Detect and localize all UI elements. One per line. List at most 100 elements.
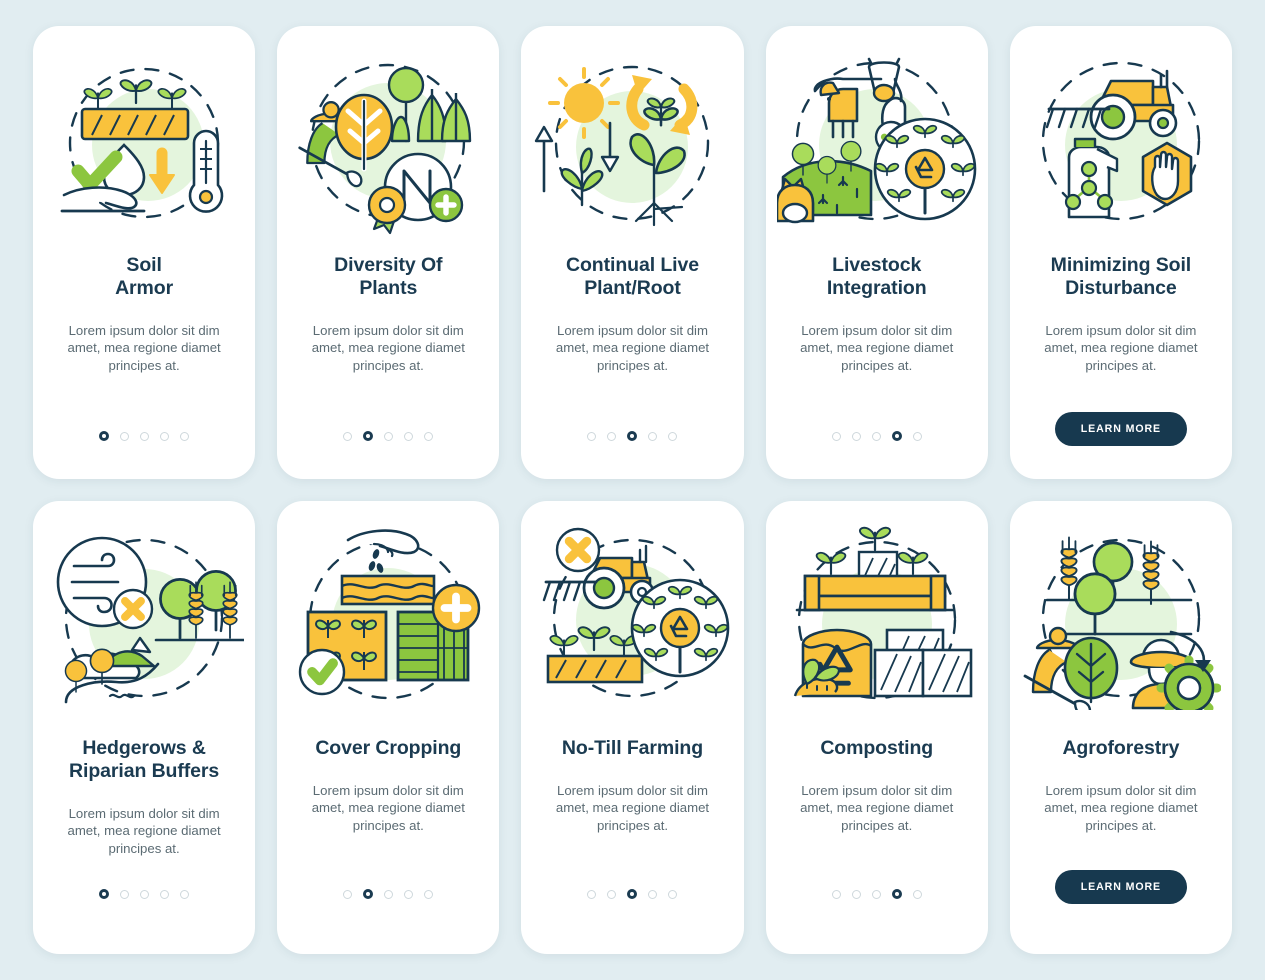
agroforestry-icon bbox=[1023, 536, 1221, 710]
pagination-dot-active[interactable] bbox=[99, 431, 110, 441]
diversity-of-plants-icon-wrap bbox=[277, 26, 499, 244]
pagination-dot[interactable] bbox=[424, 431, 434, 441]
pagination-dot[interactable] bbox=[160, 889, 170, 899]
pagination-dot[interactable] bbox=[587, 889, 597, 899]
card-title-line: Diversity Of bbox=[334, 254, 443, 276]
card-title: Diversity Of Plants bbox=[322, 254, 454, 300]
pagination-dot-active[interactable] bbox=[891, 889, 902, 899]
pagination-dot[interactable] bbox=[120, 431, 130, 441]
card-title-line: Plants bbox=[359, 276, 418, 299]
onboarding-card-composting: Composting Lorem ipsum dolor sit dim amet… bbox=[765, 501, 988, 954]
pagination-dot[interactable] bbox=[668, 889, 678, 899]
onboarding-card-diversity-of-plants: Diversity Of Plants Lorem ipsum dolor sit … bbox=[277, 26, 500, 479]
recycle-tree-circle bbox=[631, 578, 730, 678]
card-title-line: Soil bbox=[126, 254, 162, 276]
pagination-dot-active[interactable] bbox=[627, 431, 638, 441]
pagination-dots bbox=[587, 431, 678, 441]
pagination-dot-active[interactable] bbox=[627, 889, 638, 899]
sprout bbox=[815, 551, 846, 576]
pagination-dot[interactable] bbox=[607, 431, 617, 441]
hedgerows-riparian-buffers-icon bbox=[56, 536, 245, 704]
onboarding-card-hedgerows-riparian-buffers: Hedgerows & Riparian Buffers Lorem ipsum d… bbox=[33, 501, 256, 954]
minimizing-soil-disturbance-icon bbox=[1041, 61, 1201, 221]
pagination-dot[interactable] bbox=[120, 889, 130, 899]
card-description: Lorem ipsum dolor sit dim amet, mea regi… bbox=[67, 805, 221, 856]
pagination-dot[interactable] bbox=[404, 431, 414, 441]
onboarding-card-cover-cropping: Cover Cropping Lorem ipsum dolor sit dim … bbox=[277, 501, 500, 954]
green-tree bbox=[1063, 636, 1119, 704]
pagination-dot[interactable] bbox=[912, 431, 922, 441]
pagination-dot[interactable] bbox=[831, 889, 841, 899]
pagination-dot[interactable] bbox=[871, 889, 881, 899]
cover-cropping-icon bbox=[299, 529, 481, 700]
sprout bbox=[83, 88, 113, 111]
pagination-dot[interactable] bbox=[343, 889, 353, 899]
card-title-line: Riparian Buffers bbox=[69, 759, 220, 782]
pagination-dot[interactable] bbox=[180, 889, 190, 899]
pagination-dots bbox=[99, 431, 190, 441]
check-badge bbox=[299, 648, 346, 696]
pagination-dot[interactable] bbox=[607, 889, 617, 899]
raised-bed bbox=[795, 526, 954, 612]
pagination-dot[interactable] bbox=[912, 889, 922, 899]
stop-hand-sign bbox=[1141, 141, 1193, 207]
card-description: Lorem ipsum dolor sit dim amet, mea regi… bbox=[311, 322, 465, 373]
no-till-farming-icon-wrap bbox=[521, 501, 743, 719]
learn-more-button[interactable]: LEARN MORE bbox=[1054, 412, 1187, 446]
card-description: Lorem ipsum dolor sit dim amet, mea regi… bbox=[555, 782, 710, 833]
award-rosette bbox=[368, 185, 407, 235]
pagination-dot[interactable] bbox=[851, 889, 861, 899]
livestock-integration-icon-wrap bbox=[766, 26, 988, 244]
pagination-dot-active[interactable] bbox=[363, 431, 374, 441]
pagination-dot[interactable] bbox=[668, 431, 678, 441]
sowing-hand bbox=[346, 529, 420, 573]
card-description: Lorem ipsum dolor sit dim amet, mea regi… bbox=[555, 322, 710, 373]
pagination-dots bbox=[343, 889, 434, 899]
pagination-dot[interactable] bbox=[871, 431, 881, 441]
soil-layer bbox=[80, 107, 190, 141]
gear bbox=[1156, 655, 1221, 710]
pagination-dot[interactable] bbox=[587, 431, 597, 441]
card-title-line: No-Till Farming bbox=[561, 737, 704, 759]
pagination-dot[interactable] bbox=[140, 889, 150, 899]
card-title-line: Hedgerows & bbox=[82, 737, 206, 759]
pagination-dot-active[interactable] bbox=[363, 889, 374, 899]
agroforestry-icon-wrap bbox=[1010, 501, 1232, 719]
pagination-dot[interactable] bbox=[424, 889, 434, 899]
pagination-dot-active[interactable] bbox=[891, 431, 902, 441]
pagination-dot[interactable] bbox=[160, 431, 170, 441]
pagination-dots bbox=[587, 889, 678, 899]
pagination-dot[interactable] bbox=[851, 431, 861, 441]
pagination-dot[interactable] bbox=[384, 431, 394, 441]
pagination-dot[interactable] bbox=[384, 889, 394, 899]
card-title: Soil Armor bbox=[103, 254, 185, 300]
pagination-dot[interactable] bbox=[343, 431, 353, 441]
onboarding-card-no-till-farming: No-Till Farming Lorem ipsum dolor sit dim… bbox=[521, 501, 744, 954]
minimizing-soil-disturbance-icon-wrap bbox=[1010, 26, 1232, 244]
pagination-dot[interactable] bbox=[648, 889, 658, 899]
onboarding-card-agroforestry: Agroforestry Lorem ipsum dolor sit dim am… bbox=[1009, 501, 1232, 954]
cover-cropping-icon-wrap bbox=[277, 501, 499, 719]
sprout bbox=[549, 635, 579, 658]
continual-live-plant-root-icon-wrap bbox=[521, 26, 743, 244]
pagination-dot[interactable] bbox=[140, 431, 150, 441]
card-title: Cover Cropping bbox=[303, 737, 473, 760]
card-title-line: Minimizing Soil bbox=[1050, 254, 1192, 276]
card-title-line: Continual Live bbox=[566, 254, 699, 276]
card-title-line: Livestock bbox=[832, 254, 922, 276]
pagination-dots bbox=[343, 431, 434, 441]
learn-more-button[interactable]: LEARN MORE bbox=[1054, 870, 1187, 904]
card-title-line: Armor bbox=[115, 276, 174, 299]
card-description: Lorem ipsum dolor sit dim amet, mea regi… bbox=[1044, 322, 1198, 373]
pagination-dot[interactable] bbox=[180, 431, 190, 441]
sprout bbox=[897, 551, 928, 576]
pagination-dot[interactable] bbox=[404, 889, 414, 899]
pagination-dot[interactable] bbox=[831, 431, 841, 441]
card-description: Lorem ipsum dolor sit dim amet, mea regi… bbox=[67, 322, 221, 373]
card-title-line: Agroforestry bbox=[1062, 737, 1180, 759]
diversity-of-plants-icon bbox=[298, 63, 472, 235]
pagination-dot-active[interactable] bbox=[99, 889, 110, 899]
card-description: Lorem ipsum dolor sit dim amet, mea regi… bbox=[311, 782, 465, 833]
pagination-dot[interactable] bbox=[648, 431, 658, 441]
card-title-line: Composting bbox=[820, 737, 934, 759]
